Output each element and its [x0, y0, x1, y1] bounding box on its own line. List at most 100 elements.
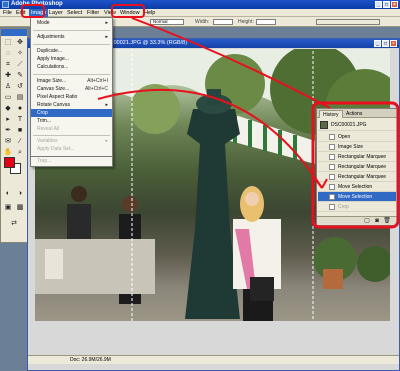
menu-select[interactable]: Select	[65, 9, 84, 17]
title-bar: Adobe Photoshop _ □ ×	[0, 0, 400, 9]
doc-minimize-button[interactable]: _	[374, 40, 381, 47]
history-item[interactable]: Image Size	[318, 142, 396, 152]
history-tabs: History Actions	[317, 109, 397, 118]
toolbox-header	[1, 29, 27, 36]
new-document-icon[interactable]: ▢	[363, 217, 371, 225]
menu-file[interactable]: File	[1, 9, 14, 17]
menu-item-label: Crop	[37, 110, 48, 116]
history-item-label: Image Size	[338, 144, 364, 150]
menu-item-trap[interactable]: Trap...	[30, 157, 113, 167]
slice-tool-icon[interactable]: ⟋	[15, 60, 25, 69]
path-selection-tool-icon[interactable]: ▸	[3, 115, 13, 124]
zoom-tool-icon[interactable]: ⌕	[15, 148, 25, 157]
eraser-tool-icon[interactable]: ▭	[3, 93, 13, 102]
full-screen-mode-icon[interactable]: ▩	[15, 203, 25, 212]
standard-mode-icon[interactable]: ◑	[15, 189, 25, 198]
history-state-icon	[329, 204, 335, 210]
foreground-color-swatch[interactable]	[4, 157, 15, 168]
move-tool-icon[interactable]: ✥	[15, 38, 25, 47]
width-input[interactable]	[213, 19, 233, 25]
history-item[interactable]: Crop	[318, 202, 396, 212]
menu-image[interactable]: Image	[29, 9, 49, 17]
menu-window[interactable]: Window	[118, 9, 142, 17]
menu-item-pixel-aspect-ratio[interactable]: Pixel Aspect Ratio ▸	[31, 93, 112, 101]
healing-brush-tool-icon[interactable]: ✚	[3, 71, 13, 80]
quick-mask-icon[interactable]: ◐	[3, 189, 13, 198]
history-item[interactable]: Rectangular Marquee	[318, 172, 396, 182]
minimize-button[interactable]: _	[375, 1, 382, 8]
history-palette: History Actions DSC00021.JPG Open Image …	[316, 108, 398, 226]
menu-item-label: Variables	[37, 138, 58, 144]
blur-tool-icon[interactable]: ◆	[3, 104, 13, 113]
menu-item-image-size[interactable]: Image Size... Alt+Ctrl+I	[31, 77, 112, 85]
new-snapshot-icon[interactable]: ◙	[373, 217, 381, 225]
history-item[interactable]: Move Selection	[318, 182, 396, 192]
menu-separator	[33, 44, 110, 45]
history-item-label: Rectangular Marquee	[338, 154, 387, 160]
menu-item-label: Mode	[37, 20, 50, 26]
history-brush-tool-icon[interactable]: ↺	[15, 82, 25, 91]
notes-tool-icon[interactable]: ✉	[3, 137, 13, 146]
history-item-selected[interactable]: Move Selection	[318, 192, 396, 202]
menu-item-duplicate[interactable]: Duplicate...	[31, 47, 112, 55]
menu-filter[interactable]: Filter	[85, 9, 101, 17]
trash-icon[interactable]: 🗑	[383, 217, 391, 225]
magic-wand-tool-icon[interactable]: ✧	[15, 49, 25, 58]
menu-item-label: Apply Image...	[37, 56, 69, 62]
menu-item-apply-data-set[interactable]: Apply Data Set...	[31, 145, 112, 153]
menu-item-canvas-size[interactable]: Canvas Size... Alt+Ctrl+C	[31, 85, 112, 93]
submenu-arrow-icon: ▸	[105, 20, 108, 26]
menu-item-apply-image[interactable]: Apply Image...	[31, 55, 112, 63]
lasso-tool-icon[interactable]: ◌	[3, 49, 13, 58]
history-state-icon	[329, 134, 335, 140]
tab-history[interactable]: History	[319, 110, 343, 118]
history-item[interactable]: Rectangular Marquee	[318, 152, 396, 162]
jump-to-imageready-icon[interactable]: ⇄	[9, 219, 19, 228]
type-tool-icon[interactable]: T	[15, 115, 25, 124]
history-snapshot-label: DSC00021.JPG	[331, 122, 367, 128]
menu-item-reveal-all[interactable]: Reveal All	[31, 125, 112, 133]
history-item[interactable]: Rectangular Marquee	[318, 162, 396, 172]
menu-help[interactable]: Help	[142, 9, 157, 17]
close-button[interactable]: ×	[391, 1, 398, 8]
history-snapshot[interactable]: DSC00021.JPG	[318, 119, 396, 131]
history-item-label: Crop	[338, 204, 349, 210]
history-item-label: Rectangular Marquee	[338, 174, 387, 180]
menu-item-label: Rotate Canvas	[37, 102, 71, 108]
menu-layer[interactable]: Layer	[47, 9, 65, 17]
menu-item-rotate-canvas[interactable]: Rotate Canvas ▸	[31, 101, 112, 109]
doc-close-button[interactable]: ×	[390, 40, 397, 47]
marquee-tool-icon[interactable]: ⬚	[3, 38, 13, 47]
menu-separator	[33, 30, 110, 31]
menu-view[interactable]: View	[102, 9, 118, 17]
menu-item-variables[interactable]: Variables ▸	[31, 137, 112, 145]
shape-tool-icon[interactable]: ■	[15, 126, 25, 135]
menu-item-calculations[interactable]: Calculations...	[31, 63, 112, 71]
style-select[interactable]: Normal	[150, 19, 184, 25]
height-input[interactable]	[256, 19, 276, 25]
hand-tool-icon[interactable]: ✋	[3, 148, 13, 157]
history-item[interactable]: Open	[318, 132, 396, 142]
pen-tool-icon[interactable]: ✒	[3, 126, 13, 135]
menu-item-trim[interactable]: Trim...	[31, 117, 112, 125]
menu-item-crop[interactable]: Crop	[31, 109, 112, 117]
crop-tool-icon[interactable]: ⌗	[3, 60, 13, 69]
dodge-tool-icon[interactable]: ●	[15, 104, 25, 113]
history-state-icon	[329, 164, 335, 170]
gradient-tool-icon[interactable]: ▤	[15, 93, 25, 102]
screen-mode-icon[interactable]: ▣	[3, 203, 13, 212]
menu-item-mode[interactable]: Mode ▸	[31, 19, 112, 27]
clone-stamp-tool-icon[interactable]: ♙	[3, 82, 13, 91]
eyedropper-tool-icon[interactable]: ⁄	[15, 137, 25, 146]
maximize-button[interactable]: □	[383, 1, 390, 8]
menu-edit[interactable]: Edit	[14, 9, 27, 17]
doc-size-status: Doc: 26.9M/26.9M	[70, 357, 111, 363]
history-state-icon	[329, 174, 335, 180]
menu-item-adjustments[interactable]: Adjustments ▸	[31, 33, 112, 41]
doc-maximize-button[interactable]: □	[382, 40, 389, 47]
window-title: Adobe Photoshop	[11, 1, 63, 7]
brush-tool-icon[interactable]: ✎	[15, 71, 25, 80]
tab-actions[interactable]: Actions	[343, 110, 365, 118]
status-bar: Doc: 26.9M/26.9M	[28, 355, 399, 364]
menu-item-label: Canvas Size...	[37, 86, 70, 92]
